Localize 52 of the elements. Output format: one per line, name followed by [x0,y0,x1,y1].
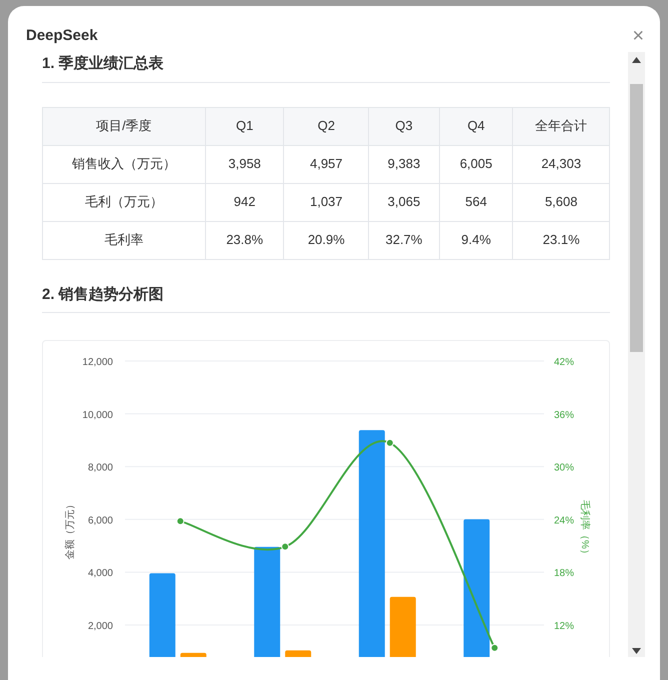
axis-tick-label: 24% [554,515,574,526]
data-point [281,542,290,551]
column-header: 项目/季度 [42,107,206,145]
axis-tick-label: 10,000 [82,410,113,421]
axis-tick-label: 6,000 [88,515,113,526]
bar [180,652,206,657]
scroll-down-icon[interactable] [632,648,641,654]
table-cell: 32.7% [368,221,440,259]
table-cell: 942 [205,183,284,221]
axis-tick-label: 8,000 [88,462,113,474]
table-cell: 20.9% [284,221,369,259]
table-cell: 5,608 [512,183,610,221]
data-point [490,644,499,652]
axis-tick-label: 42% [554,357,574,368]
dialog-title: DeepSeek [26,26,98,46]
table-cell: 3,065 [368,183,440,221]
table-cell: 23.8% [205,221,284,259]
close-button[interactable]: × [632,26,644,46]
scroll-up-icon[interactable] [632,57,641,63]
table-cell: 3,958 [205,145,284,183]
table-cell: 6,005 [439,145,513,183]
axis-tick-label: 30% [554,462,574,474]
data-point [176,517,184,526]
table-cell: 9,383 [368,145,440,183]
section-heading: 1. 季度业绩汇总表 [42,52,610,82]
table-cell: 毛利率 [42,221,206,259]
axis-title: 毛利率（%） [579,500,590,559]
column-header: Q2 [284,107,369,145]
column-header: Q3 [368,107,440,145]
data-point [386,438,394,447]
table-cell: 564 [439,183,513,221]
table-cell: 24,303 [512,145,610,183]
column-header: Q1 [205,107,284,145]
axis-title: 金额（万元） [65,499,76,560]
table-cell: 1,037 [284,183,369,221]
section-heading: 2. 销售趋势分析图 [42,284,610,313]
axis-tick-label: 36% [554,410,574,421]
axis-tick-label: 2,000 [88,621,113,632]
bar [390,596,416,657]
table-cell: 4,957 [284,145,369,183]
bar [285,650,312,657]
axis-tick-label: 18% [554,568,574,580]
axis-tick-label: 12,000 [82,357,113,368]
table-cell: 9.4% [439,221,513,259]
table-cell: 毛利（万元） [42,183,206,221]
axis-tick-label: 12% [554,621,574,632]
table-cell: 23.1% [512,221,610,259]
column-header: Q4 [439,107,513,145]
scrollbar[interactable] [628,52,645,657]
column-header: 全年合计 [512,107,610,145]
axis-tick-label: 4,000 [88,568,113,580]
table-cell: 销售收入（万元） [42,145,206,183]
